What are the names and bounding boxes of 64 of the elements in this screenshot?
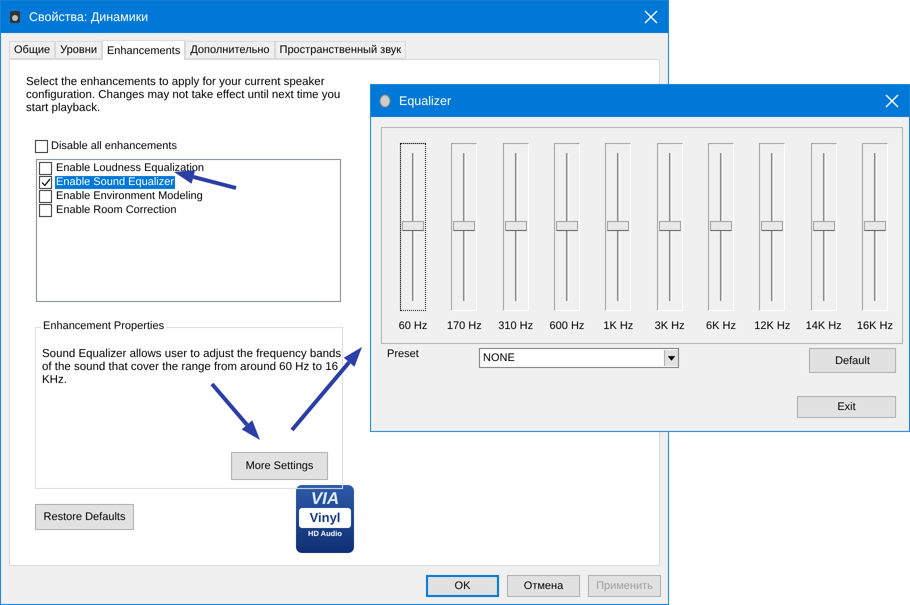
tab[interactable]: Пространственный звук [274, 41, 406, 59]
more-settings-button[interactable]: More Settings [231, 452, 328, 480]
arrow [210, 382, 260, 440]
band-slider[interactable] [759, 143, 786, 311]
slider-thumb[interactable] [761, 221, 784, 231]
band-slider[interactable] [708, 143, 734, 311]
group-title: Enhancement Properties [41, 320, 166, 332]
tab[interactable]: Enhancements [102, 40, 186, 60]
equalizer-button[interactable]: Default [809, 348, 896, 373]
checkbox[interactable] [39, 176, 52, 188]
slider-thumb[interactable] [607, 221, 630, 231]
band-slider[interactable] [656, 143, 683, 311]
tab[interactable]: Общие [9, 41, 56, 59]
restore-defaults-button[interactable]: Restore Defaults [35, 504, 134, 530]
list-item[interactable]: Enable Environment Modeling [55, 190, 204, 202]
checkbox-label: Disable all enhancements [51, 140, 177, 152]
band-label: 16K Hz [856, 320, 893, 332]
dialog-button[interactable]: Отмена [507, 575, 580, 597]
tab[interactable]: Уровни [55, 41, 102, 59]
dialog-button[interactable]: OK [426, 575, 499, 597]
slider-thumb[interactable] [658, 221, 681, 231]
band-label: 3K Hz [654, 320, 685, 332]
checkbox[interactable] [39, 162, 52, 174]
checkbox[interactable] [35, 140, 48, 152]
band-slider[interactable] [502, 143, 529, 311]
intro-text: Select the enhancements to apply for your current speaker configuration. Changes may not take effect until next time you start playback. [26, 76, 342, 115]
slider-thumb[interactable] [453, 221, 476, 231]
list-item[interactable]: Enable Loudness Equalization [55, 162, 206, 174]
slider-thumb[interactable] [710, 221, 732, 231]
checkbox[interactable] [39, 204, 52, 216]
slider-thumb[interactable] [864, 221, 886, 231]
slider-thumb[interactable] [504, 221, 527, 231]
window-title: Свойства: Динамики [29, 10, 150, 24]
slider-thumb[interactable] [556, 221, 578, 231]
band-slider[interactable] [862, 143, 888, 311]
band-slider[interactable] [400, 143, 426, 311]
band-slider[interactable] [605, 143, 632, 311]
band-label: 600 Hz [550, 320, 584, 332]
close-icon[interactable] [644, 10, 658, 24]
band-label: 1K Hz [603, 320, 634, 332]
checkbox[interactable] [39, 190, 52, 202]
band-label: 6K Hz [706, 320, 736, 332]
band-label: 14K Hz [806, 320, 842, 332]
logo-name: Vinyl [299, 508, 351, 528]
band-label: 310 Hz [498, 320, 534, 332]
logo-brand: VIA [310, 489, 340, 508]
close-icon[interactable] [885, 94, 899, 108]
band-label: 60 Hz [398, 320, 428, 332]
list-item[interactable]: Enable Room Correction [55, 204, 178, 216]
tab[interactable]: Дополнительно [185, 41, 275, 59]
preset-label: Preset [386, 348, 420, 360]
slider-thumb[interactable] [812, 221, 835, 231]
list-item[interactable]: Enable Sound Equalizer [55, 176, 176, 188]
band-label: 12K Hz [754, 320, 790, 332]
caret-icon[interactable] [664, 350, 678, 366]
description-text: Sound Equalizer allows user to adjust the frequency bands of the sound that cover the range from around 60 Hz to 16 KHz. [42, 348, 342, 387]
band-slider[interactable] [810, 143, 837, 311]
band-slider[interactable] [451, 143, 478, 311]
slider-thumb[interactable] [402, 221, 424, 231]
band-label: 170 Hz [446, 320, 482, 332]
equalizer-button[interactable]: Exit [797, 396, 896, 418]
band-slider[interactable] [554, 143, 580, 311]
preset-dropdown[interactable]: NONE [479, 348, 679, 368]
window-title: Equalizer [399, 94, 452, 108]
